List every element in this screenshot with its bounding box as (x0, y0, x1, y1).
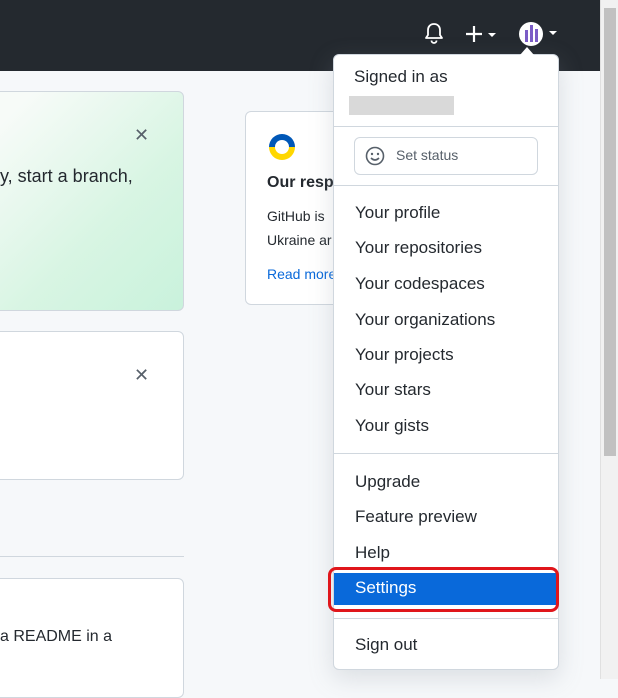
menu-divider (334, 618, 558, 619)
menu-divider (334, 126, 558, 127)
menu-item-feature-preview[interactable]: Feature preview (334, 502, 558, 534)
branch-tip-card (0, 91, 184, 311)
menu-divider (334, 185, 558, 186)
username-redacted (349, 96, 454, 115)
set-status-button[interactable]: Set status (354, 137, 538, 175)
settings-highlight-box (328, 567, 559, 612)
menu-item-your-projects[interactable]: Your projects (334, 340, 558, 372)
signed-in-label: Signed in as (354, 67, 448, 86)
ukraine-octocat-icon (269, 134, 295, 160)
menu-item-help[interactable]: Help (334, 538, 558, 570)
smiley-icon (365, 146, 385, 166)
menu-item-label: Sign out (355, 635, 418, 654)
menu-item-label: Your codespaces (355, 274, 485, 293)
read-more-link[interactable]: Read more (267, 266, 336, 282)
announcement-text: GitHub is (267, 208, 325, 224)
close-icon[interactable]: ✕ (134, 365, 149, 386)
menu-item-label: Your projects (355, 345, 454, 364)
avatar-icon[interactable] (518, 20, 562, 48)
announcement-text: Ukraine ar (267, 232, 332, 248)
menu-item-your-stars[interactable]: Your stars (334, 375, 558, 407)
menu-divider (334, 453, 558, 454)
vertical-scrollbar[interactable] (600, 0, 618, 679)
menu-item-your-repositories[interactable]: Your repositories (334, 233, 558, 265)
menu-item-label: Your repositories (355, 238, 482, 257)
menu-item-label: Your profile (355, 203, 441, 222)
plus-icon[interactable] (463, 22, 503, 46)
info-card (0, 331, 184, 480)
menu-item-your-profile[interactable]: Your profile (334, 198, 558, 230)
menu-item-your-gists[interactable]: Your gists (334, 411, 558, 443)
menu-item-label: Feature preview (355, 507, 477, 526)
menu-item-your-codespaces[interactable]: Your codespaces (334, 269, 558, 301)
menu-item-sign-out[interactable]: Sign out (334, 630, 558, 662)
card-text: a README in a (0, 628, 113, 645)
divider (0, 556, 184, 557)
menu-item-label: Your stars (355, 380, 431, 399)
card-text: y, start a branch, (0, 166, 133, 186)
menu-item-upgrade[interactable]: Upgrade (334, 467, 558, 499)
menu-item-your-organizations[interactable]: Your organizations (334, 305, 558, 337)
menu-item-label: Your organizations (355, 310, 496, 329)
close-icon[interactable]: ✕ (134, 125, 149, 146)
dropdown-caret (520, 47, 534, 55)
menu-item-label: Help (355, 543, 390, 562)
set-status-label: Set status (396, 147, 459, 163)
menu-item-label: Upgrade (355, 472, 421, 491)
menu-item-label: Your gists (355, 416, 430, 435)
bell-icon[interactable] (424, 22, 444, 44)
announcement-title: Our resp (267, 174, 334, 191)
scrollbar-thumb[interactable] (604, 8, 616, 456)
